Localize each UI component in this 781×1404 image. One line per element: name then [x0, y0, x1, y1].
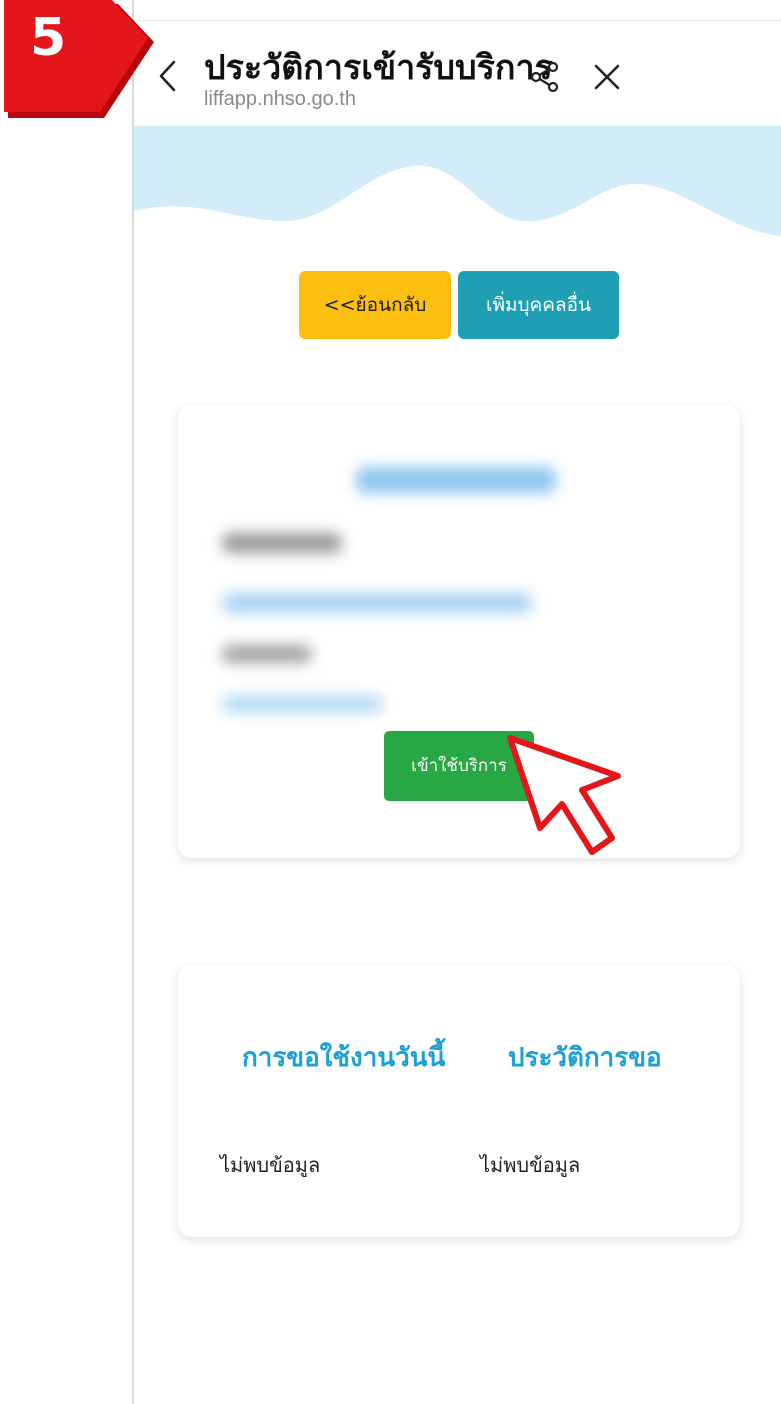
app-header: ประวัติการเข้ารับบริการ liffapp.nhso.go.…: [134, 22, 781, 126]
step-badge-arrow: [0, 0, 160, 120]
add-person-button[interactable]: เพิ่มบุคคลอื่น: [458, 271, 619, 339]
phone-frame-top: [132, 20, 781, 21]
close-icon[interactable]: [592, 62, 622, 92]
screenshot-stage: ประวัติการเข้ารับบริการ liffapp.nhso.go.…: [0, 0, 781, 1404]
blurred-label: [222, 533, 342, 553]
blurred-label: [222, 645, 312, 663]
service-card: เข้าใช้บริการ: [178, 405, 740, 858]
blurred-name: [356, 467, 556, 493]
step-number: 5: [30, 8, 67, 68]
wave-banner: [134, 126, 781, 256]
blurred-value: [222, 695, 382, 713]
page-title: ประวัติการเข้ารับบริการ: [204, 48, 553, 88]
back-button[interactable]: <<ย้อนกลับ: [299, 271, 451, 339]
blurred-personal-info: [178, 405, 740, 725]
history-empty-text: ไม่พบข้อมูล: [480, 1153, 581, 1177]
tab-today-requests[interactable]: การขอใช้งานวันนี้: [242, 1037, 445, 1078]
blurred-value: [222, 593, 532, 613]
share-icon[interactable]: [528, 60, 562, 94]
today-empty-text: ไม่พบข้อมูล: [220, 1153, 321, 1177]
page-url: liffapp.nhso.go.th: [204, 88, 356, 110]
tab-request-history[interactable]: ประวัติการขอ: [508, 1037, 662, 1078]
cursor-arrow-icon: [500, 728, 640, 868]
requests-card: การขอใช้งานวันนี้ ประวัติการขอ ไม่พบข้อม…: [178, 965, 740, 1237]
